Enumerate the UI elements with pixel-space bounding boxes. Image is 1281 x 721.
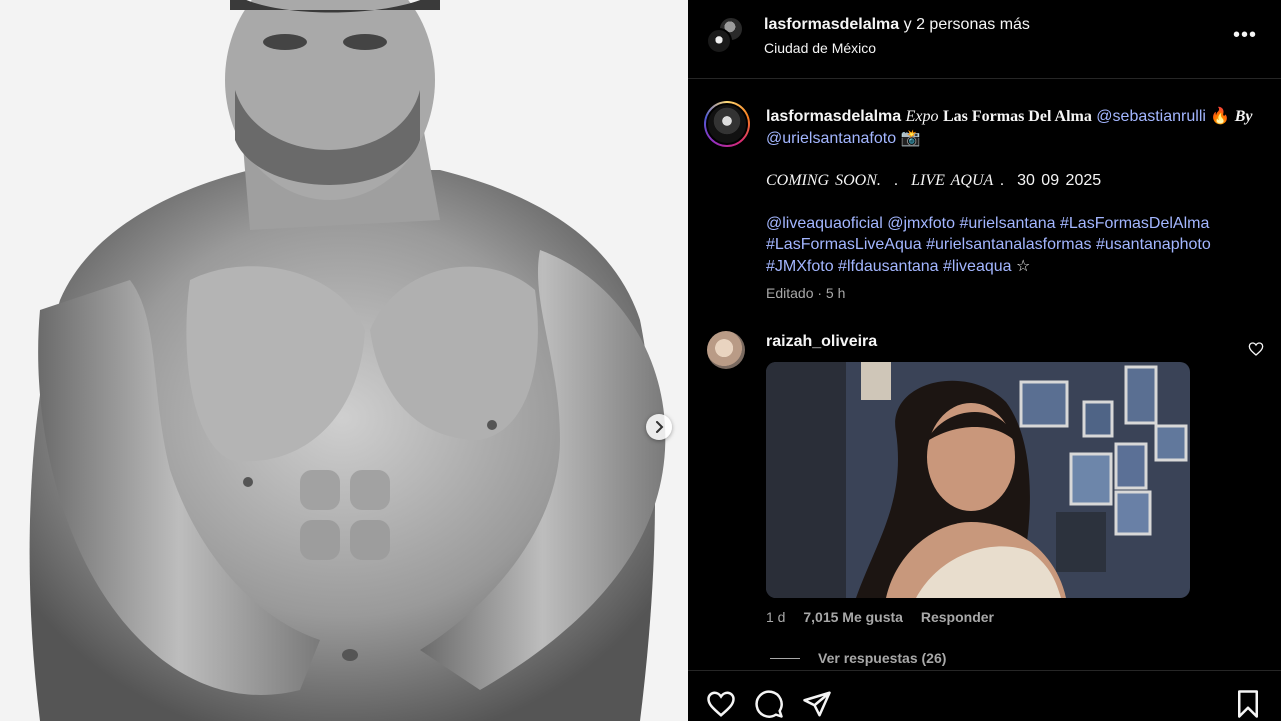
live-aqua-text: LIVE AQUA [911, 172, 994, 189]
header-title: lasformasdelalma y 2 personas más [764, 16, 1030, 34]
header-username[interactable]: lasformasdelalma [764, 16, 899, 33]
comment-avatar[interactable] [707, 331, 745, 369]
tag-link[interactable]: #lfdausantana [838, 258, 939, 275]
tag-link[interactable]: #LasFormasDelAlma [1060, 215, 1209, 232]
header-location[interactable]: Ciudad de México [764, 40, 876, 56]
star-emoji: ☆ [1015, 257, 1031, 275]
date-text: 30 09 2025 [1017, 172, 1102, 189]
post-media[interactable] [0, 0, 688, 721]
tag-link[interactable]: #LasFormasLiveAqua [766, 236, 922, 253]
tag-link[interactable]: @liveaquaoficial [766, 215, 883, 232]
caption-meta: Editado · 5 h [766, 285, 846, 301]
tag-link[interactable]: #urielsantanalasformas [926, 236, 1091, 253]
next-media-button[interactable] [646, 414, 672, 440]
bookmark-icon[interactable] [1233, 689, 1263, 719]
comment-gif[interactable] [766, 362, 1190, 598]
mention-link[interactable]: @sebastianrulli [1096, 108, 1206, 125]
tag-link[interactable]: #urielsantana [959, 215, 1055, 232]
post-details-panel: lasformasdelalma y 2 personas más Ciudad… [688, 0, 1281, 721]
caption-title: Las Formas Del Alma [942, 108, 1092, 125]
more-options-button[interactable]: ••• [1233, 25, 1257, 45]
view-replies-label: Ver respuestas (26) [818, 650, 947, 666]
comment-icon[interactable] [754, 689, 784, 719]
comment-actions: 1 d 7,015 Me gusta Responder [766, 609, 1008, 625]
comment-likes[interactable]: 7,015 Me gusta [803, 609, 903, 625]
caption-username[interactable]: lasformasdelalma [766, 108, 901, 125]
coming-soon-text: COMING SOON. [766, 172, 881, 189]
fire-emoji: 🔥 [1210, 108, 1231, 125]
tag-link[interactable]: #usantanaphoto [1096, 236, 1211, 253]
reply-button[interactable]: Responder [921, 609, 994, 625]
post-header: lasformasdelalma y 2 personas más Ciudad… [688, 0, 1281, 79]
caption-tags: @liveaquaoficial @jmxfoto #urielsantana … [766, 213, 1271, 278]
camera-emoji: 📸 [900, 129, 921, 147]
comment-heart-icon[interactable] [1248, 341, 1264, 357]
avatar [706, 28, 732, 54]
caption-expo: Expo [905, 108, 939, 125]
tag-link[interactable]: #liveaqua [943, 258, 1012, 275]
caption-by: By [1234, 108, 1253, 125]
chevron-right-icon [656, 421, 664, 433]
view-replies-button[interactable]: Ver respuestas (26) [770, 650, 946, 666]
post-caption: lasformasdelalma Expo Las Formas Del Alm… [766, 106, 1271, 277]
mention-link[interactable]: @urielsantanafoto [766, 130, 896, 147]
tag-link[interactable]: #JMXfoto [766, 258, 834, 275]
post-photo [0, 0, 688, 721]
dot-text: . [999, 172, 1005, 189]
caption-avatar[interactable] [704, 101, 750, 147]
header-collab-text[interactable]: y 2 personas más [904, 16, 1030, 33]
tag-link[interactable]: @jmxfoto [887, 215, 955, 232]
collab-avatars[interactable] [706, 16, 748, 58]
send-icon[interactable] [802, 689, 832, 719]
caption-line-1: lasformasdelalma Expo Las Formas Del Alm… [766, 106, 1271, 149]
caption-line-2: COMING SOON. . LIVE AQUA . 30 09 2025 [766, 170, 1271, 192]
comment-age: 1 d [766, 609, 786, 625]
comment-username[interactable]: raizah_oliveira [766, 333, 877, 351]
heart-icon[interactable] [706, 689, 736, 719]
replies-divider [770, 657, 800, 659]
post-action-bar [688, 670, 1281, 721]
dot-text: . [893, 172, 899, 189]
